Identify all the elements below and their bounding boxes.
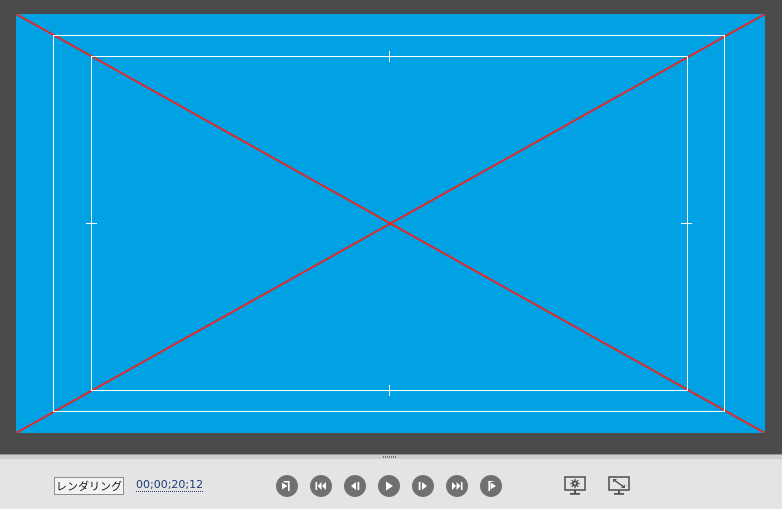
monitor-settings-icon <box>564 476 586 495</box>
step-back-icon <box>351 482 360 490</box>
fullscreen-monitor-button[interactable] <box>607 475 631 497</box>
preview-viewer <box>0 0 782 454</box>
go-to-start-button[interactable] <box>310 475 332 497</box>
monitor-settings-button[interactable] <box>563 475 587 497</box>
fullscreen-monitor-icon <box>608 476 630 495</box>
safe-area-guides <box>16 14 765 433</box>
play-icon <box>386 481 393 491</box>
go-to-in-icon <box>282 481 290 491</box>
go-to-start-icon <box>315 482 326 490</box>
preview-canvas[interactable] <box>16 14 765 433</box>
go-to-in-button[interactable] <box>276 475 298 497</box>
splitter-grip[interactable] <box>383 456 397 458</box>
go-to-end-icon <box>452 482 463 490</box>
go-to-out-button[interactable] <box>480 475 502 497</box>
step-forward-button[interactable] <box>412 475 434 497</box>
go-to-out-icon <box>488 481 496 491</box>
render-button[interactable]: レンダリング <box>54 477 124 495</box>
step-back-button[interactable] <box>344 475 366 497</box>
play-button[interactable] <box>378 475 400 497</box>
playback-toolbar: レンダリング 00;00;20;12 <box>0 459 782 509</box>
step-forward-icon <box>418 482 427 490</box>
go-to-end-button[interactable] <box>446 475 468 497</box>
timecode-display[interactable]: 00;00;20;12 <box>136 478 204 492</box>
